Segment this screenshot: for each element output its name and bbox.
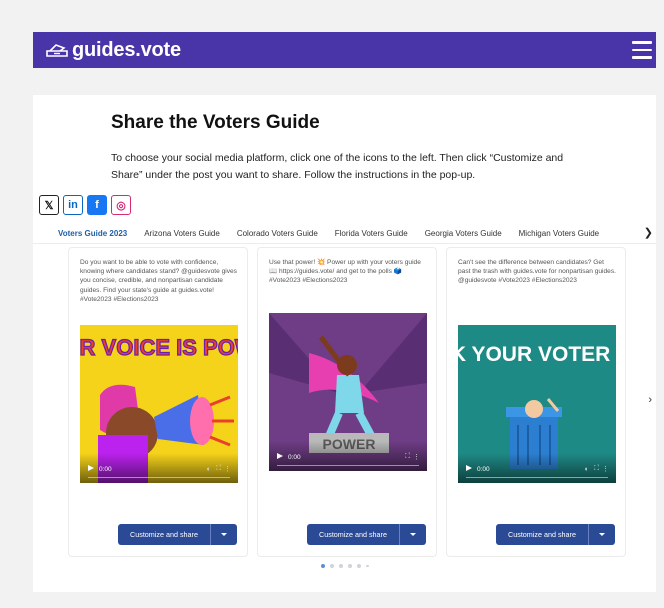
carousel-next-icon[interactable]: › bbox=[648, 394, 652, 406]
play-icon[interactable] bbox=[466, 465, 472, 471]
guide-tabs: Voters Guide 2023 Arizona Voters Guide C… bbox=[33, 223, 656, 244]
tabs-next-icon[interactable]: ❯ bbox=[644, 226, 653, 239]
tab-michigan[interactable]: Michigan Voters Guide bbox=[519, 229, 600, 238]
post-text: Use that power! 💥 Power up with your vot… bbox=[269, 259, 421, 285]
share-dropdown-button[interactable] bbox=[588, 524, 615, 545]
share-button-group: Customize and share bbox=[118, 524, 237, 545]
carousel-dot[interactable] bbox=[321, 564, 325, 568]
tab-voters-guide-2023[interactable]: Voters Guide 2023 bbox=[58, 229, 127, 238]
more-icon[interactable]: ⋮ bbox=[602, 465, 609, 473]
post-video[interactable]: CHECK YOUR VOTER GUIDE 0:00 ◖ ⛶ ⋮ bbox=[458, 325, 616, 483]
fullscreen-icon[interactable]: ⛶ bbox=[594, 465, 599, 473]
page-title: Share the Voters Guide bbox=[111, 112, 320, 133]
share-card: Share the Voters Guide To choose your so… bbox=[33, 95, 656, 592]
brand-logo[interactable]: guides.vote bbox=[46, 39, 181, 62]
play-icon[interactable] bbox=[277, 453, 283, 459]
tab-arizona[interactable]: Arizona Voters Guide bbox=[144, 229, 220, 238]
video-controls: 0:00 ◖ ⛶ ⋮ bbox=[458, 453, 616, 483]
customize-share-button[interactable]: Customize and share bbox=[496, 524, 588, 545]
customize-share-button[interactable]: Customize and share bbox=[118, 524, 210, 545]
video-progress[interactable] bbox=[466, 476, 608, 478]
hamburger-icon[interactable] bbox=[632, 41, 652, 59]
brand-name: guides.vote bbox=[72, 38, 181, 61]
carousel-dot[interactable] bbox=[339, 564, 343, 568]
caret-down-icon bbox=[599, 533, 605, 536]
caret-down-icon bbox=[410, 533, 416, 536]
post-text: Can't see the difference between candida… bbox=[458, 259, 616, 285]
video-progress[interactable] bbox=[88, 476, 230, 478]
intro-text: To choose your social media platform, cl… bbox=[111, 152, 564, 181]
video-controls: 0:00 ⛶ ⋮ bbox=[269, 441, 427, 471]
linkedin-icon[interactable]: in bbox=[63, 195, 83, 215]
post-video[interactable]: YOUR VOICE IS POWER 0:00 ◖ ⛶ ⋮ bbox=[80, 325, 238, 483]
carousel-dot[interactable] bbox=[330, 564, 334, 568]
share-dropdown-button[interactable] bbox=[399, 524, 426, 545]
instagram-icon[interactable]: ◎ bbox=[111, 195, 131, 215]
ballot-box-icon bbox=[46, 44, 68, 57]
carousel-dot[interactable] bbox=[357, 564, 361, 568]
image-caption: YOUR VOICE IS POWER bbox=[80, 335, 238, 360]
x-icon[interactable]: 𝕏 bbox=[39, 195, 59, 215]
post-text: Do you want to be able to vote with conf… bbox=[80, 259, 237, 303]
tab-georgia[interactable]: Georgia Voters Guide bbox=[425, 229, 502, 238]
video-time: 0:00 bbox=[288, 454, 301, 461]
customize-share-button[interactable]: Customize and share bbox=[307, 524, 399, 545]
carousel-dot[interactable] bbox=[366, 564, 369, 568]
fullscreen-icon[interactable]: ⛶ bbox=[405, 453, 410, 461]
post-card: Use that power! 💥 Power up with your vot… bbox=[257, 247, 437, 557]
carousel-dots bbox=[321, 564, 369, 568]
post-card: Do you want to be able to vote with conf… bbox=[68, 247, 248, 557]
play-icon[interactable] bbox=[88, 465, 94, 471]
carousel-dot[interactable] bbox=[348, 564, 352, 568]
facebook-icon[interactable]: f bbox=[87, 195, 107, 215]
video-progress[interactable] bbox=[277, 464, 419, 466]
more-icon[interactable]: ⋮ bbox=[224, 465, 231, 473]
share-dropdown-button[interactable] bbox=[210, 524, 237, 545]
video-time: 0:00 bbox=[99, 466, 112, 473]
fullscreen-icon[interactable]: ⛶ bbox=[216, 465, 221, 473]
share-button-group: Customize and share bbox=[307, 524, 426, 545]
post-card: Can't see the difference between candida… bbox=[446, 247, 626, 557]
more-icon[interactable]: ⋮ bbox=[413, 453, 420, 461]
tab-colorado[interactable]: Colorado Voters Guide bbox=[237, 229, 318, 238]
post-video[interactable]: POWER 0:00 ⛶ ⋮ bbox=[269, 313, 427, 471]
caret-down-icon bbox=[221, 533, 227, 536]
tab-florida[interactable]: Florida Voters Guide bbox=[335, 229, 408, 238]
volume-icon[interactable]: ◖ bbox=[206, 466, 210, 473]
site-header: guides.vote bbox=[33, 32, 656, 68]
video-controls: 0:00 ◖ ⛶ ⋮ bbox=[80, 453, 238, 483]
video-time: 0:00 bbox=[477, 466, 490, 473]
volume-icon[interactable]: ◖ bbox=[584, 466, 588, 473]
image-caption: CHECK YOUR VOTER GUIDE bbox=[458, 343, 616, 366]
share-button-group: Customize and share bbox=[496, 524, 615, 545]
social-icons: 𝕏 in f ◎ bbox=[39, 195, 131, 215]
